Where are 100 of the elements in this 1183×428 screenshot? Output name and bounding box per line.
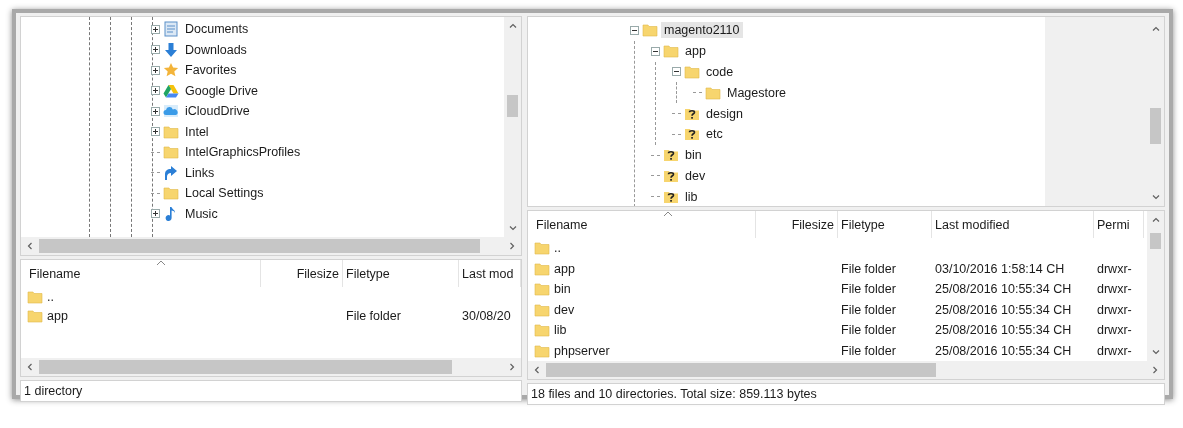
file-name[interactable]: lib xyxy=(554,323,567,338)
tree-item[interactable]: Google Drive xyxy=(182,82,261,99)
scroll-up-icon[interactable] xyxy=(1150,24,1161,34)
file-type: File folder xyxy=(841,323,896,338)
sort-caret-icon xyxy=(156,260,166,266)
permissions: drwxr- xyxy=(1097,261,1132,276)
column-header[interactable]: Filesize xyxy=(756,211,838,238)
expand-icon[interactable] xyxy=(151,65,160,75)
horizontal-scrollbar[interactable] xyxy=(528,361,1164,379)
scrollbar-thumb[interactable] xyxy=(39,360,452,374)
tree-item[interactable]: Favorites xyxy=(182,62,240,79)
folder-icon xyxy=(163,123,179,140)
vertical-scrollbar[interactable] xyxy=(1147,211,1164,361)
file-name[interactable]: phpserver xyxy=(554,343,610,358)
column-header[interactable]: Filetype xyxy=(838,211,932,238)
column-header[interactable]: Filesize xyxy=(261,260,343,287)
file-name[interactable]: .. xyxy=(554,241,561,256)
question-mark-icon xyxy=(663,147,679,164)
collapse-icon[interactable] xyxy=(630,25,639,35)
download-arrow-icon xyxy=(163,41,179,58)
column-header[interactable]: Last mod xyxy=(459,260,521,287)
horizontal-scrollbar[interactable] xyxy=(21,358,521,376)
expand-icon[interactable] xyxy=(151,106,160,116)
scrollbar-thumb[interactable] xyxy=(1150,233,1161,249)
folder-icon xyxy=(534,260,550,277)
tree-item[interactable]: Intel xyxy=(182,123,212,140)
scroll-left-icon[interactable] xyxy=(25,362,35,372)
tree-item[interactable]: lib xyxy=(682,188,701,205)
tree-item[interactable]: Music xyxy=(182,205,221,222)
last-modified: 25/08/2016 10:55:34 CH xyxy=(935,323,1072,338)
folder-icon xyxy=(663,43,679,60)
tree-item[interactable]: iCloudDrive xyxy=(182,103,253,120)
column-header[interactable]: Last modified xyxy=(932,211,1094,238)
scroll-down-icon[interactable] xyxy=(507,223,518,233)
cloud-icon xyxy=(163,103,179,120)
scroll-left-icon[interactable] xyxy=(25,241,35,251)
collapse-icon[interactable] xyxy=(672,67,681,77)
tree-item[interactable]: Local Settings xyxy=(182,185,267,202)
scroll-down-icon[interactable] xyxy=(1150,347,1161,357)
permissions: drwxr- xyxy=(1097,302,1132,317)
tree-item[interactable]: etc xyxy=(703,126,726,143)
folder-icon xyxy=(684,64,700,80)
file-type: File folder xyxy=(841,282,896,297)
scroll-right-icon[interactable] xyxy=(507,362,517,372)
tree-item[interactable]: IntelGraphicsProfiles xyxy=(182,144,304,161)
folder-icon xyxy=(705,84,721,101)
scrollbar-thumb[interactable] xyxy=(39,239,480,253)
permissions: drwxr- xyxy=(1097,323,1132,338)
folder-icon xyxy=(534,281,550,298)
tree-item[interactable]: Magestore xyxy=(724,84,790,101)
scroll-up-icon[interactable] xyxy=(507,21,518,31)
tree-item[interactable]: design xyxy=(703,105,746,122)
folder-icon xyxy=(163,144,179,161)
tree-item[interactable]: Downloads xyxy=(182,41,250,58)
scroll-right-icon[interactable] xyxy=(1150,365,1160,375)
file-type: File folder xyxy=(841,302,896,317)
column-header[interactable]: Filename xyxy=(21,260,261,287)
tree-item[interactable]: magento2110 xyxy=(661,22,743,39)
file-name[interactable]: dev xyxy=(554,302,575,317)
scrollbar-thumb[interactable] xyxy=(546,363,936,377)
file-name[interactable]: app xyxy=(47,308,68,323)
tree-item[interactable]: bin xyxy=(682,147,705,164)
expand-icon[interactable] xyxy=(151,209,160,219)
file-name[interactable]: bin xyxy=(554,282,571,297)
question-mark-icon xyxy=(684,126,700,143)
file-name[interactable]: app xyxy=(554,261,575,276)
folder-icon xyxy=(163,185,179,202)
tree-item[interactable]: app xyxy=(682,43,709,60)
permissions: drwxr- xyxy=(1097,282,1132,297)
expand-icon[interactable] xyxy=(151,127,160,137)
scroll-right-icon[interactable] xyxy=(507,241,517,251)
last-modified: 25/08/2016 10:55:34 CH xyxy=(935,302,1072,317)
tree-item[interactable]: code xyxy=(703,64,737,80)
tree-item[interactable]: Links xyxy=(182,164,218,181)
file-type: File folder xyxy=(841,343,896,358)
file-name[interactable]: .. xyxy=(47,289,54,304)
tree-item[interactable]: Documents xyxy=(182,21,252,38)
expand-icon[interactable] xyxy=(151,86,160,96)
folder-icon xyxy=(534,342,550,359)
scroll-up-icon[interactable] xyxy=(1150,215,1161,225)
scrollbar-thumb[interactable] xyxy=(1150,108,1161,144)
expand-icon[interactable] xyxy=(151,45,160,55)
vertical-scrollbar[interactable] xyxy=(504,17,521,237)
expand-icon[interactable] xyxy=(151,24,160,34)
horizontal-scrollbar[interactable] xyxy=(21,237,521,255)
vertical-scrollbar[interactable] xyxy=(1045,17,1164,206)
column-header[interactable]: Permi xyxy=(1094,211,1144,238)
drive-icon xyxy=(163,82,179,99)
document-icon xyxy=(163,21,179,38)
scroll-down-icon[interactable] xyxy=(1150,192,1161,202)
tree-item[interactable]: dev xyxy=(682,167,709,184)
collapse-icon[interactable] xyxy=(651,46,660,56)
scrollbar-thumb[interactable] xyxy=(507,95,518,117)
column-header[interactable]: Filetype xyxy=(343,260,459,287)
scroll-left-icon[interactable] xyxy=(532,365,542,375)
column-header[interactable]: Filename xyxy=(528,211,756,238)
last-modified: 03/10/2016 1:58:14 CH xyxy=(935,261,1065,276)
folder-icon xyxy=(534,240,550,257)
status-text: 1 directory xyxy=(24,384,83,398)
file-type: File folder xyxy=(841,261,896,276)
